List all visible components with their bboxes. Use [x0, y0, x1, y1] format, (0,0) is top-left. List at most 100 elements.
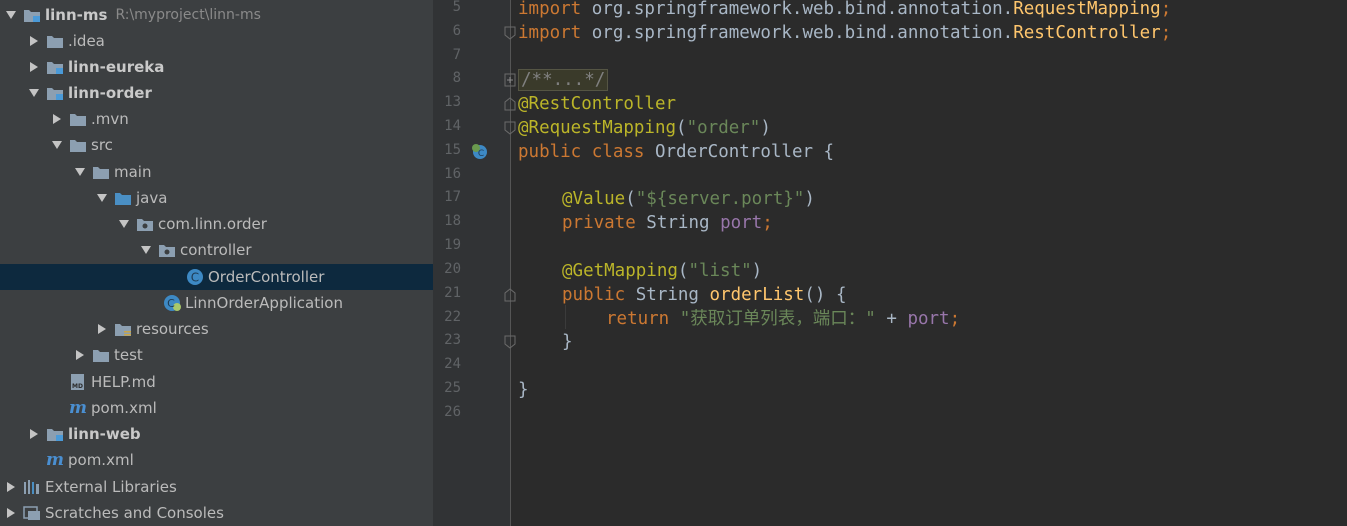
code-area[interactable]: import org.springframework.web.bind.anno…: [518, 0, 1347, 526]
tree-node-label: Scratches and Consoles: [45, 504, 224, 522]
code-line-20: @GetMapping("list"): [562, 261, 763, 281]
expand-fold-icon[interactable]: [504, 73, 516, 87]
tree-node-scratches-and-consoles[interactable]: Scratches and Consoles: [0, 500, 433, 526]
tree-node-label: linn-eureka: [68, 58, 165, 76]
chevron-down-icon[interactable]: [74, 165, 86, 179]
markdown-file-icon: MD: [69, 374, 87, 390]
code-line-13: @RestController: [518, 94, 677, 114]
line-number: 23: [444, 332, 461, 348]
code-line-8[interactable]: /**...*/: [518, 68, 609, 92]
folder-icon: [46, 33, 64, 49]
fold-end-icon[interactable]: [504, 26, 516, 40]
tree-node-label: java: [136, 189, 168, 207]
tree-node-src[interactable]: src: [0, 132, 433, 158]
tree-node-label: resources: [136, 320, 209, 338]
tree-node-linn-order[interactable]: linn-order: [0, 80, 433, 106]
code-line-14: @RequestMapping("order"): [518, 118, 771, 138]
tree-node-label: External Libraries: [45, 478, 177, 496]
chevron-down-icon[interactable]: [28, 86, 40, 100]
project-path: R:\myproject\linn-ms: [115, 7, 261, 23]
chevron-down-icon[interactable]: [96, 191, 108, 205]
spring-boot-class-icon: C: [163, 295, 181, 311]
class-icon-glyph: C: [478, 149, 484, 159]
chevron-down-icon[interactable]: [5, 8, 17, 22]
chevron-right-icon[interactable]: [5, 506, 17, 520]
tree-node-java[interactable]: java: [0, 185, 433, 211]
line-number: 13: [444, 94, 461, 110]
package-icon: [158, 242, 176, 258]
tree-node-label: com.linn.order: [158, 215, 267, 233]
tree-node-linn-ms[interactable]: linn-ms R:\myproject\linn-ms: [0, 2, 433, 28]
line-number: 25: [444, 380, 461, 396]
tree-node-root-pom-xml[interactable]: m pom.xml: [0, 447, 433, 473]
folder-icon: [69, 111, 87, 127]
chevron-right-icon[interactable]: [28, 60, 40, 74]
class-icon-glyph: C: [167, 297, 175, 310]
tree-node-test[interactable]: test: [0, 342, 433, 368]
spring-bean-icon[interactable]: C: [471, 143, 489, 161]
code-line-17: @Value("${server.port}"): [562, 189, 815, 209]
fold-start-icon[interactable]: [504, 288, 516, 302]
indent-guide: [565, 305, 566, 329]
module-folder-icon: [23, 7, 41, 23]
tree-node-external-libraries[interactable]: External Libraries: [0, 474, 433, 500]
tree-node-order-controller[interactable]: C OrderController: [0, 264, 433, 290]
tree-node-linn-web[interactable]: linn-web: [0, 421, 433, 447]
folder-icon: [92, 164, 110, 180]
chevron-down-icon[interactable]: [118, 217, 130, 231]
project-tree[interactable]: linn-ms R:\myproject\linn-ms .idea linn-…: [0, 0, 433, 526]
fold-end-icon[interactable]: [504, 335, 516, 349]
chevron-right-icon[interactable]: [28, 427, 40, 441]
class-icon-glyph: C: [191, 271, 199, 285]
tree-node-help-md[interactable]: MD HELP.md: [0, 369, 433, 395]
tree-node-controller[interactable]: controller: [0, 237, 433, 263]
tree-node-label: src: [91, 136, 113, 154]
chevron-right-icon[interactable]: [96, 322, 108, 336]
tree-node-order-pom-xml[interactable]: m pom.xml: [0, 395, 433, 421]
maven-file-icon: m: [69, 398, 87, 418]
source-folder-icon: [114, 190, 132, 206]
tree-node-label: OrderController: [208, 268, 325, 286]
tree-node-label: .idea: [68, 32, 105, 50]
maven-file-icon: m: [46, 450, 64, 470]
java-class-icon: C: [186, 269, 204, 285]
module-folder-icon: [46, 85, 64, 101]
code-editor[interactable]: 5 6 7 8 13 14 15 C 16 17 18 19 20 21 22 …: [433, 0, 1347, 526]
tree-node-label: linn-web: [68, 425, 141, 443]
tree-node-idea[interactable]: .idea: [0, 28, 433, 54]
line-number: 18: [444, 213, 461, 229]
module-folder-icon: [46, 59, 64, 75]
package-icon: [136, 216, 154, 232]
line-number: 8: [452, 70, 461, 86]
chevron-right-icon[interactable]: [28, 34, 40, 48]
tree-node-label: main: [114, 163, 152, 181]
chevron-right-icon[interactable]: [51, 112, 63, 126]
tree-node-resources[interactable]: resources: [0, 316, 433, 342]
tree-node-label: HELP.md: [91, 373, 156, 391]
code-line-22: return "获取订单列表，端口：" + port;: [606, 309, 961, 329]
code-line-25: }: [518, 380, 529, 400]
line-number: 21: [444, 285, 461, 301]
tree-node-label: pom.xml: [91, 399, 157, 417]
fold-start-icon[interactable]: [504, 97, 516, 111]
tree-node-mvn[interactable]: .mvn: [0, 106, 433, 132]
chevron-right-icon[interactable]: [5, 480, 17, 494]
chevron-right-icon[interactable]: [74, 348, 86, 362]
chevron-down-icon[interactable]: [51, 138, 63, 152]
line-number: 20: [444, 261, 461, 277]
code-line-6: import org.springframework.web.bind.anno…: [518, 23, 1172, 43]
fold-end-icon[interactable]: [504, 121, 516, 135]
tree-node-com-linn-order[interactable]: com.linn.order: [0, 211, 433, 237]
tree-node-main[interactable]: main: [0, 159, 433, 185]
tree-node-linn-eureka[interactable]: linn-eureka: [0, 54, 433, 80]
tree-node-label: controller: [180, 241, 252, 259]
tree-node-linn-order-application[interactable]: C LinnOrderApplication: [0, 290, 433, 316]
line-number: 17: [444, 189, 461, 205]
chevron-down-icon[interactable]: [140, 243, 152, 257]
code-line-21: public String orderList() {: [562, 285, 847, 305]
line-number: 26: [444, 404, 461, 420]
resources-folder-icon: [114, 321, 132, 337]
line-number: 15: [444, 142, 461, 158]
folded-javadoc[interactable]: /**...*/: [518, 69, 609, 91]
ide-window: linn-ms R:\myproject\linn-ms .idea linn-…: [0, 0, 1347, 526]
